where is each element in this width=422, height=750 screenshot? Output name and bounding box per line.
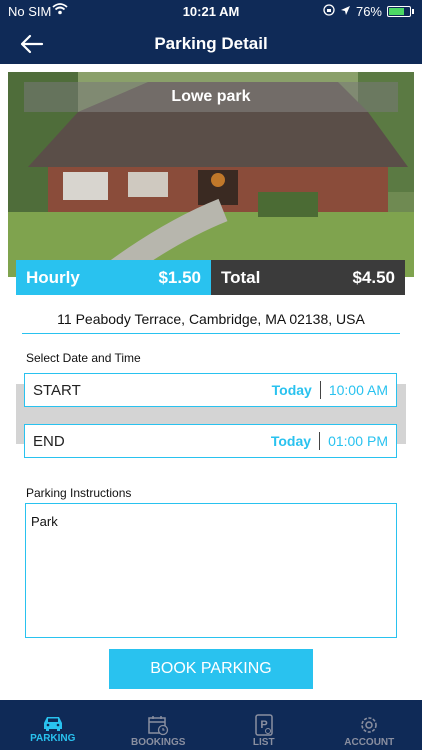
date-time-section-label: Select Date and Time: [26, 351, 141, 365]
bottom-tab-bar: PARKING BOOKINGS P LIST ACCOUNT: [0, 700, 422, 750]
tab-parking[interactable]: PARKING: [0, 700, 106, 750]
calendar-icon: [147, 714, 169, 737]
end-time-selector[interactable]: END Today 01:00 PM: [24, 424, 397, 458]
status-bar: No SIM 10:21 AM 76%: [0, 0, 422, 24]
parking-address: 11 Peabody Terrace, Cambridge, MA 02138,…: [22, 311, 400, 334]
total-label: Total: [221, 267, 261, 287]
parking-photo: Lowe park: [8, 72, 414, 277]
parking-detail-content: Lowe park Hourly $1.50 Total $4.50 11 Pe…: [0, 64, 422, 700]
gear-icon: [358, 714, 380, 737]
total-price-bar: Total $4.50: [211, 260, 405, 295]
hourly-rate: $1.50: [158, 267, 201, 287]
hourly-label: Hourly: [26, 267, 80, 287]
parking-sign-icon: P: [254, 714, 274, 737]
lock-rotation-icon: [323, 4, 335, 19]
location-arrow-icon: [340, 4, 351, 19]
parking-name: Lowe park: [24, 82, 398, 112]
parking-instructions-textarea[interactable]: Park: [25, 503, 397, 638]
start-label: START: [33, 381, 81, 399]
end-day[interactable]: Today: [271, 433, 311, 449]
tab-account[interactable]: ACCOUNT: [317, 700, 422, 750]
start-time[interactable]: 10:00 AM: [329, 382, 388, 398]
start-divider: [319, 381, 321, 399]
tab-bookings[interactable]: BOOKINGS: [106, 700, 212, 750]
tab-list-label: LIST: [252, 737, 275, 748]
status-right-group: 76%: [323, 4, 414, 19]
tab-account-label: ACCOUNT: [344, 737, 395, 748]
start-time-selector[interactable]: START Today 10:00 AM: [24, 373, 397, 407]
end-label: END: [33, 432, 65, 450]
navigation-bar: Parking Detail: [0, 24, 422, 64]
start-day[interactable]: Today: [272, 382, 312, 398]
battery-level-fill: [389, 8, 404, 15]
battery-tip: [412, 9, 414, 14]
book-parking-button[interactable]: BOOK PARKING: [109, 649, 313, 689]
car-icon: [41, 714, 65, 733]
end-divider: [319, 432, 321, 450]
end-time[interactable]: 01:00 PM: [328, 433, 388, 449]
hourly-rate-bar: Hourly $1.50: [16, 260, 211, 295]
page-title: Parking Detail: [154, 34, 268, 53]
instructions-label: Parking Instructions: [26, 486, 132, 500]
tab-list[interactable]: P LIST: [211, 700, 317, 750]
total-amount: $4.50: [352, 267, 395, 287]
tab-bookings-label: BOOKINGS: [131, 737, 186, 748]
battery-percent: 76%: [355, 4, 382, 19]
battery-icon: [387, 6, 411, 17]
tab-parking-label: PARKING: [30, 733, 76, 744]
